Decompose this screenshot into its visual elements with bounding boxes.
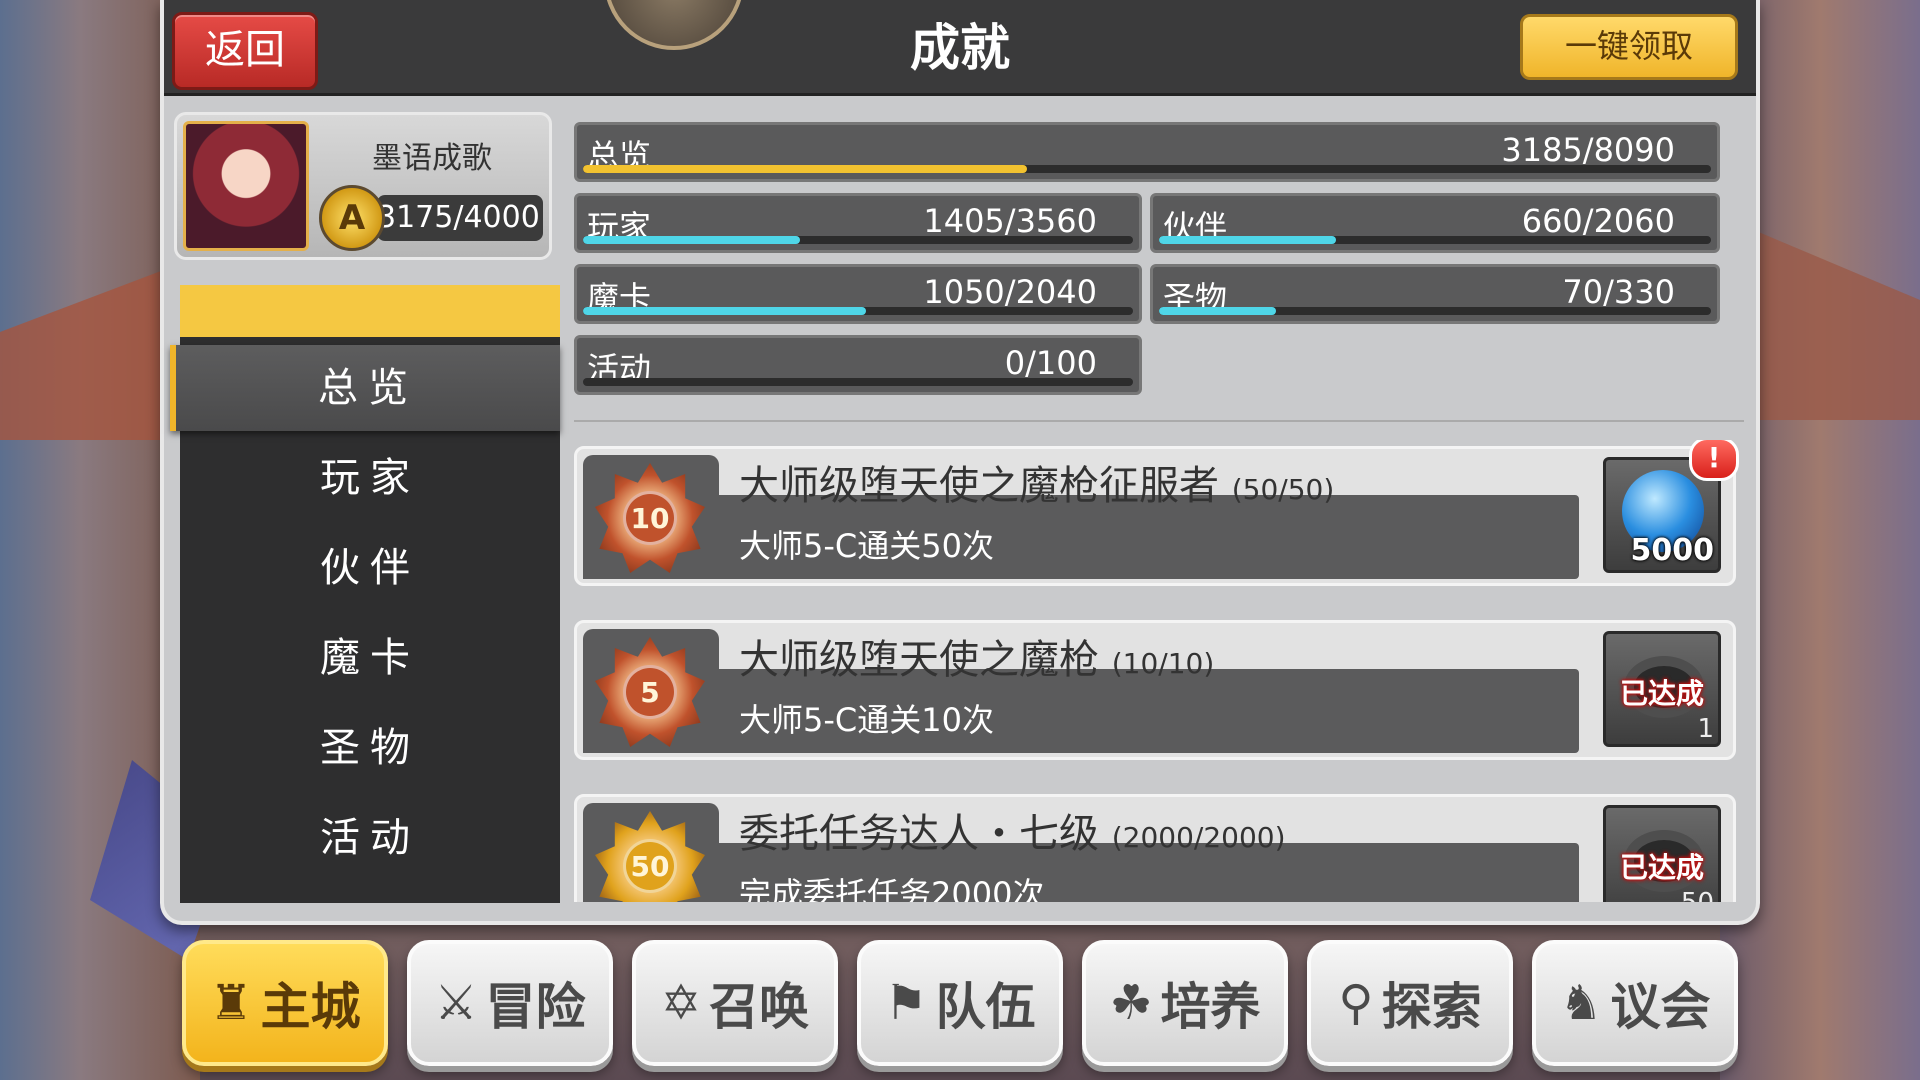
medal-box: 10 — [583, 455, 719, 579]
stat-card: 魔卡 1050/2040 — [574, 264, 1142, 324]
progress-fill — [583, 165, 1028, 173]
stat-event: 活动 0/100 — [574, 335, 1142, 395]
achievement-description: 大师5-C通关50次 — [739, 527, 994, 565]
top-bar: 返回 成就 一键领取 — [164, 0, 1756, 96]
sidebar-accent — [180, 285, 560, 337]
nav-label: 主城 — [260, 978, 361, 1036]
progress-track — [1159, 236, 1711, 244]
reward-amount: 5000 — [1630, 533, 1715, 568]
council-icon: ♞ — [1559, 975, 1603, 1031]
castle-icon: ♜ — [209, 975, 253, 1031]
sidebar-item-player[interactable]: 玩家 — [180, 435, 560, 521]
sidebar-item-relic[interactable]: 圣物 — [180, 705, 560, 791]
team-icon: ⚑ — [884, 975, 928, 1031]
claim-all-button[interactable]: 一键领取 — [1520, 14, 1738, 80]
page-title: 成就 — [910, 19, 1010, 77]
stat-value: 660/2060 — [1521, 202, 1675, 240]
achievement-description: 大师5-C通关10次 — [739, 701, 994, 739]
stat-value: 3185/8090 — [1501, 131, 1675, 169]
player-card: 墨语成歌 3175/4000 A — [174, 112, 552, 260]
progress-fill — [583, 307, 867, 315]
medal-level: 10 — [623, 491, 677, 545]
medal-icon: 10 — [595, 463, 705, 573]
rank-badge-icon: A — [319, 185, 385, 251]
progress-track — [1159, 307, 1711, 315]
nav-label: 培养 — [1160, 978, 1261, 1036]
stat-value: 70/330 — [1562, 273, 1675, 311]
achievement-description: 完成委托任务2000次 — [739, 875, 1045, 902]
reward-slot[interactable]: 已达成 50 — [1603, 805, 1721, 902]
nav-council[interactable]: ♞ 议会 — [1532, 940, 1738, 1066]
stat-value: 1405/3560 — [923, 202, 1097, 240]
crossed-swords-icon: ⚔ — [434, 975, 478, 1031]
achievement-item[interactable]: 5 大师级堕天使之魔枪 (10/10) 大师5-C通关10次 已达成 1 — [574, 620, 1736, 760]
achievement-title: 委托任务达人・七级 (2000/2000) — [739, 801, 1286, 859]
achievement-name: 大师级堕天使之魔枪 — [739, 637, 1099, 683]
nav-main-city[interactable]: ♜ 主城 — [182, 940, 388, 1066]
achievement-name: 大师级堕天使之魔枪征服者 — [739, 463, 1219, 509]
stat-relic: 圣物 70/330 — [1150, 264, 1720, 324]
achievement-list[interactable]: 10 大师级堕天使之魔枪征服者 (50/50) 大师5-C通关50次 5000 … — [574, 440, 1744, 902]
stat-partner: 伙伴 660/2060 — [1150, 193, 1720, 253]
sidebar-item-card[interactable]: 魔卡 — [180, 615, 560, 701]
achievement-title: 大师级堕天使之魔枪征服者 (50/50) — [739, 453, 1334, 511]
achievement-title: 大师级堕天使之魔枪 (10/10) — [739, 627, 1214, 685]
medal-icon: 5 — [595, 637, 705, 747]
completed-label: 已达成 — [1619, 851, 1704, 884]
alert-badge-icon: ! — [1689, 440, 1739, 481]
achievement-progress: (50/50) — [1231, 473, 1335, 506]
completed-label: 已达成 — [1619, 677, 1704, 710]
medal-box: 5 — [583, 629, 719, 753]
progress-fill — [1159, 236, 1336, 244]
reward-count: 1 — [1697, 714, 1714, 744]
medal-level: 5 — [623, 665, 677, 719]
stat-overview: 总览 3185/8090 — [574, 122, 1720, 182]
progress-fill — [1159, 307, 1277, 315]
bottom-nav: ♜ 主城 ⚔ 冒险 ✡ 召唤 ⚑ 队伍 ☘ 培养 ⚲ 探索 ♞ 议会 — [0, 930, 1920, 1080]
achievement-progress: (2000/2000) — [1111, 821, 1286, 854]
nav-label: 召唤 — [709, 978, 810, 1036]
nav-label: 队伍 — [935, 978, 1036, 1036]
sidebar-item-overview[interactable]: 总览 — [170, 345, 560, 431]
nav-explore[interactable]: ⚲ 探索 — [1307, 940, 1513, 1066]
player-score: 3175/4000 — [377, 195, 543, 241]
achievement-panel: 返回 成就 一键领取 墨语成歌 3175/4000 A 总览 玩家 伙伴 魔卡 … — [160, 0, 1760, 925]
sidebar-item-partner[interactable]: 伙伴 — [180, 525, 560, 611]
stat-value: 1050/2040 — [923, 273, 1097, 311]
nav-train[interactable]: ☘ 培养 — [1082, 940, 1288, 1066]
summon-circle-icon: ✡ — [660, 975, 702, 1031]
progress-track — [583, 236, 1133, 244]
nav-label: 冒险 — [485, 978, 586, 1036]
reward-count: 50 — [1681, 888, 1714, 902]
player-name: 墨语成歌 — [372, 141, 492, 176]
stat-value: 0/100 — [1004, 344, 1097, 382]
avatar[interactable] — [183, 121, 309, 251]
progress-fill — [583, 236, 801, 244]
progress-track — [583, 165, 1711, 173]
category-sidebar: 总览 玩家 伙伴 魔卡 圣物 活动 — [170, 285, 560, 903]
nav-adventure[interactable]: ⚔ 冒险 — [407, 940, 613, 1066]
achievement-item[interactable]: 50 委托任务达人・七级 (2000/2000) 完成委托任务2000次 已达成… — [574, 794, 1736, 902]
nav-team[interactable]: ⚑ 队伍 — [857, 940, 1063, 1066]
nav-label: 探索 — [1381, 978, 1482, 1036]
achievement-progress: (10/10) — [1111, 647, 1215, 680]
reward-slot[interactable]: 已达成 1 — [1603, 631, 1721, 747]
divider — [574, 420, 1744, 422]
progress-track — [583, 378, 1133, 386]
sidebar-item-event[interactable]: 活动 — [180, 795, 560, 881]
train-icon: ☘ — [1109, 975, 1153, 1031]
nav-label: 议会 — [1610, 978, 1711, 1036]
achievement-name: 委托任务达人・七级 — [739, 811, 1099, 857]
medal-level: 50 — [623, 839, 677, 893]
medal-box: 50 — [583, 803, 719, 902]
nav-summon[interactable]: ✡ 召唤 — [632, 940, 838, 1066]
explore-icon: ⚲ — [1338, 975, 1374, 1031]
stat-player: 玩家 1405/3560 — [574, 193, 1142, 253]
medal-icon: 50 — [595, 811, 705, 902]
achievement-item[interactable]: 10 大师级堕天使之魔枪征服者 (50/50) 大师5-C通关50次 5000 … — [574, 440, 1739, 586]
progress-track — [583, 307, 1133, 315]
